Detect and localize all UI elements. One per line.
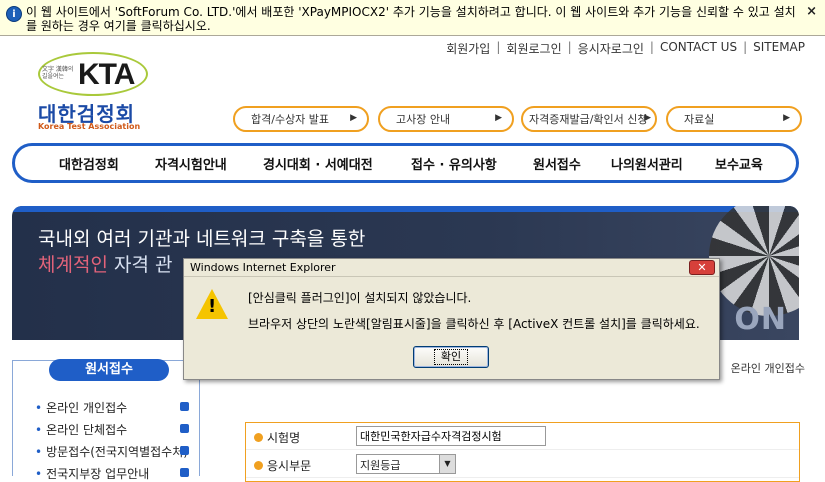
sidebar-item-label: 온라인 단체접수 xyxy=(46,423,128,437)
breadcrumb: 온라인 개인접수 xyxy=(730,362,805,375)
sidebar-title: 원서접수 xyxy=(49,359,169,381)
bullet-icon xyxy=(254,461,263,470)
section-select-value: 지원등급 xyxy=(360,459,401,472)
sidebar-item-branch[interactable]: • 전국지부장 업무안내 xyxy=(35,465,195,482)
pill-label: 합격/수상자 발표 xyxy=(251,113,330,126)
dialog-title: Windows Internet Explorer xyxy=(190,261,336,274)
arrow-right-icon xyxy=(180,446,189,455)
exam-label-text: 시험명 xyxy=(267,431,301,445)
infobar-close-button[interactable]: × xyxy=(806,4,817,19)
sidebar-item-label: 전국지부장 업무안내 xyxy=(46,467,150,481)
arrow-right-icon: ▶ xyxy=(783,113,790,123)
alert-dialog: Windows Internet Explorer ✕ ! [안심클릭 플러그인… xyxy=(183,258,720,380)
sidebar-item-online-group[interactable]: • 온라인 단체접수 xyxy=(35,421,195,438)
dialog-titlebar[interactable]: Windows Internet Explorer ✕ xyxy=(184,259,719,277)
nav-item-my-applications[interactable]: 나의원서관리 xyxy=(611,154,683,173)
banner-highlight: 체계적인 xyxy=(38,254,108,276)
nav-item-contest[interactable]: 경시대회 · 서예대전 xyxy=(263,154,373,173)
pill-results[interactable]: 합격/수상자 발표 ▶ xyxy=(233,106,369,132)
logo-english-name: Korea Test Association xyxy=(38,122,141,131)
bullet-icon: • xyxy=(35,445,43,459)
pill-label: 자격증재발급/확인서 신청 xyxy=(529,113,648,126)
sidebar-item-online-individual[interactable]: • 온라인 개인접수 xyxy=(35,399,195,416)
warning-icon: ! xyxy=(196,289,228,319)
pill-exam-venue[interactable]: 고사장 안내 ▶ xyxy=(378,106,514,132)
banner-line-2-rest: 자격 관 xyxy=(107,254,173,276)
pill-label: 자료실 xyxy=(684,113,715,126)
logo-small-text: 文字 漢韓의 길을여는 xyxy=(42,66,74,80)
application-form: 시험명 응시부문 지원등급 ▼ xyxy=(245,422,800,482)
arrow-right-icon: ▶ xyxy=(350,113,357,123)
dartboard-image xyxy=(709,206,799,316)
banner-tail-text: ON xyxy=(734,302,787,337)
separator: | xyxy=(743,40,748,54)
main-navigation: 대한검정회 자격시험안내 경시대회 · 서예대전 접수 · 유의사항 원서접수 … xyxy=(12,143,799,183)
section-label-text: 응시부문 xyxy=(267,459,312,473)
infobar-message[interactable]: 이 웹 사이트에서 'SoftForum Co. LTD.'에서 배포한 'XP… xyxy=(26,0,806,35)
nav-item-about[interactable]: 대한검정회 xyxy=(59,154,119,173)
top-links: 회원가입 | 회원로그인 | 응시자로그인 | CONTACT US | SIT… xyxy=(446,40,805,57)
dialog-close-button[interactable]: ✕ xyxy=(689,260,715,275)
pill-label: 고사장 안내 xyxy=(396,113,451,126)
shield-info-icon: i xyxy=(6,6,22,22)
sidebar-item-label: 온라인 개인접수 xyxy=(46,401,128,415)
link-applicant-login[interactable]: 응시자로그인 xyxy=(578,40,644,57)
pill-resources[interactable]: 자료실 ▶ xyxy=(666,106,802,132)
nav-item-training[interactable]: 보수교육 xyxy=(715,154,763,173)
dialog-message-1: [안심클릭 플러그인]이 설치되지 않았습니다. xyxy=(248,291,472,305)
banner-line-1: 국내외 여러 기관과 네트워크 구축을 통한 xyxy=(38,228,366,250)
bullet-icon: • xyxy=(35,401,43,415)
link-sitemap[interactable]: SITEMAP xyxy=(753,40,805,57)
bullet-icon: • xyxy=(35,423,43,437)
link-signup[interactable]: 회원가입 xyxy=(446,40,490,57)
form-row-section: 응시부문 지원등급 ▼ xyxy=(246,451,799,478)
separator: | xyxy=(649,40,654,54)
arrow-right-icon xyxy=(180,424,189,433)
exam-name-field[interactable] xyxy=(356,426,546,446)
banner-line-2: 체계적인 자격 관 xyxy=(38,250,172,277)
dialog-ok-button[interactable]: 확인 xyxy=(413,346,489,368)
bullet-icon xyxy=(254,433,263,442)
section-label: 응시부문 xyxy=(254,457,311,474)
bullet-icon: • xyxy=(35,467,43,481)
separator: | xyxy=(567,40,572,54)
arrow-right-icon: ▶ xyxy=(644,113,651,123)
chevron-down-icon[interactable]: ▼ xyxy=(439,455,455,473)
nav-item-notices[interactable]: 접수 · 유의사항 xyxy=(411,154,497,173)
sidebar-item-visit[interactable]: • 방문접수(전국지역별접수처) xyxy=(35,443,195,460)
logo-mark: KTA xyxy=(78,58,135,91)
separator: | xyxy=(496,40,501,54)
ok-button-label: 확인 xyxy=(433,349,469,365)
nav-item-exam-info[interactable]: 자격시험안내 xyxy=(155,154,227,173)
sidebar-item-label: 방문접수(전국지역별접수처) xyxy=(46,445,188,459)
link-contact-us[interactable]: CONTACT US xyxy=(660,40,737,57)
dialog-message-2: 브라우저 상단의 노란색[알림표시줄]을 클릭하신 후 [ActiveX 컨트롤… xyxy=(248,317,700,331)
pill-reissue[interactable]: 자격증재발급/확인서 신청 ▶ xyxy=(521,106,657,132)
sidebar: 원서접수 • 온라인 개인접수 • 온라인 단체접수 • 방문접수(전국지역별접수처)… xyxy=(12,359,200,481)
arrow-right-icon xyxy=(180,402,189,411)
site-logo[interactable]: 文字 漢韓의 길을여는 KTA 대한검정회 Korea Test Associa… xyxy=(38,52,153,132)
arrow-right-icon: ▶ xyxy=(495,113,502,123)
banner-top-band xyxy=(12,206,799,212)
section-select[interactable]: 지원등급 ▼ xyxy=(356,454,456,474)
exam-label: 시험명 xyxy=(254,429,300,446)
nav-item-application[interactable]: 원서접수 xyxy=(533,154,581,173)
link-member-login[interactable]: 회원로그인 xyxy=(506,40,561,57)
form-row-exam: 시험명 xyxy=(246,423,799,450)
ie-information-bar[interactable]: i 이 웹 사이트에서 'SoftForum Co. LTD.'에서 배포한 '… xyxy=(0,0,825,36)
